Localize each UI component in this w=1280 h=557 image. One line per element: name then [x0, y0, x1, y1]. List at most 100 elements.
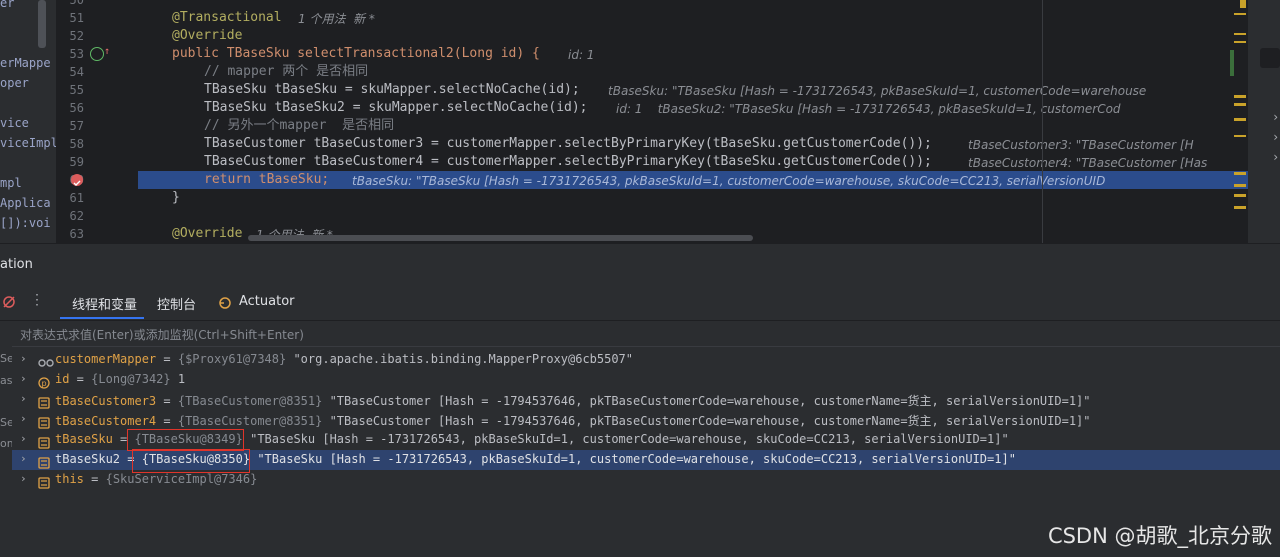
code-line[interactable]: @Transactional	[172, 9, 282, 27]
warning-mark[interactable]	[1234, 103, 1246, 106]
line-number[interactable]: 58	[56, 135, 84, 153]
variable-text: tBaseCustomer3 = {TBaseCustomer@8351} "T…	[55, 392, 1091, 409]
warning-mark[interactable]	[1234, 33, 1246, 35]
code-line[interactable]: }	[172, 189, 180, 207]
code-line[interactable]: @Override	[172, 225, 242, 243]
right-margin-guide	[1042, 0, 1043, 243]
warning-mark[interactable]	[1234, 184, 1246, 187]
project-item[interactable]: mpl	[0, 176, 22, 190]
code-line[interactable]: TBaseCustomer tBaseCustomer3 = customerM…	[204, 135, 932, 153]
project-item[interactable]: []):voi	[0, 216, 51, 230]
code-text: }	[172, 190, 180, 205]
frame-label[interactable]: as	[0, 374, 12, 387]
code-editor[interactable]: @Transactional 1 个用法 新 * @Override public T…	[138, 0, 1248, 243]
variable-row[interactable]: › customerMapper = {$Proxy61@7348} "org.a…	[12, 350, 1280, 370]
debug-tool-window-title[interactable]: ation	[0, 257, 33, 272]
expand-arrow-icon[interactable]: ›	[20, 372, 27, 385]
equals-sign: =	[156, 414, 178, 428]
variable-row[interactable]: › tBaseCustomer4 = {TBaseCustomer@8351} "…	[12, 410, 1280, 430]
code-line[interactable]: public TBaseSku selectTransactional2(Lon…	[172, 45, 540, 63]
line-number[interactable]: 51	[56, 9, 84, 27]
warning-mark[interactable]	[1234, 172, 1246, 175]
code-line[interactable]: @Override	[172, 27, 242, 45]
project-item[interactable]: Applica	[0, 196, 51, 210]
chevron-right-icon[interactable]: ›	[1272, 150, 1279, 164]
line-number[interactable]: 61	[56, 189, 84, 207]
variable-row[interactable]: › tBaseCustomer3 = {TBaseCustomer@8351} "…	[12, 390, 1280, 410]
project-scrollbar[interactable]	[38, 0, 46, 48]
minimap-thumb[interactable]	[1260, 48, 1280, 68]
parameter-icon: p	[38, 374, 50, 389]
code-line[interactable]: // 另外一个mapper 是否相同	[204, 117, 394, 135]
code-line[interactable]: TBaseSku tBaseSku2 = skuMapper.selectNoC…	[204, 99, 588, 117]
variable-ref: {TBaseCustomer@8351}	[177, 394, 323, 408]
expand-arrow-icon[interactable]: ›	[20, 412, 27, 425]
code-text: // 另外一个mapper 是否相同	[204, 118, 395, 133]
implements-icon[interactable]	[90, 47, 104, 61]
expand-arrow-icon[interactable]: ›	[20, 472, 27, 485]
warning-mark[interactable]	[1234, 194, 1246, 197]
line-number[interactable]: 63	[56, 225, 84, 243]
mute-breakpoints-icon[interactable]	[2, 294, 16, 308]
warning-mark[interactable]	[1234, 41, 1246, 43]
variable-text: customerMapper = {$Proxy61@7348} "org.ap…	[55, 352, 633, 366]
warning-mark[interactable]	[1234, 118, 1246, 121]
project-item[interactable]: viceImpl	[0, 136, 56, 150]
variable-name: tBaseSku	[55, 432, 113, 446]
variable-name: this	[55, 472, 84, 486]
project-item[interactable]: erMappe	[0, 56, 51, 70]
more-options-icon[interactable]: ⋮	[30, 292, 44, 308]
code-text: @Transactional	[172, 10, 282, 25]
expand-arrow-icon[interactable]: ›	[20, 352, 27, 365]
warning-mark[interactable]	[1234, 135, 1246, 137]
line-number[interactable]: 54	[56, 63, 84, 81]
variable-value: 1	[177, 372, 186, 386]
field-icon	[38, 434, 50, 449]
line-number[interactable]: 53	[56, 45, 84, 63]
line-number[interactable]: 50	[56, 0, 84, 9]
variable-row[interactable]: › p id = {Long@7342} 1	[12, 370, 1280, 390]
warning-mark[interactable]	[1240, 0, 1246, 8]
code-line[interactable]: TBaseSku tBaseSku = skuMapper.selectNoCa…	[204, 81, 580, 99]
tab-console[interactable]: 控制台	[157, 294, 196, 313]
tab-actuator[interactable]: Actuator	[239, 294, 295, 309]
field-icon	[38, 454, 50, 469]
change-mark	[1230, 50, 1234, 76]
code-text: TBaseSku tBaseSku2 = skuMapper.selectNoC…	[204, 100, 588, 115]
tab-threads-variables[interactable]: 线程和变量	[72, 294, 137, 313]
line-number[interactable]: 56	[56, 99, 84, 117]
breakpoint-icon[interactable]	[71, 174, 83, 186]
expand-arrow-icon[interactable]: ›	[20, 452, 27, 465]
project-item[interactable]: er	[0, 0, 14, 10]
project-item[interactable]: oper	[0, 76, 29, 90]
field-icon	[38, 394, 50, 409]
code-text: @Override	[172, 28, 243, 43]
chevron-right-icon[interactable]: ›	[1272, 130, 1279, 144]
line-number[interactable]: 62	[56, 207, 84, 225]
warning-mark[interactable]	[1234, 95, 1246, 98]
code-line[interactable]: TBaseCustomer tBaseCustomer4 = customerM…	[204, 153, 932, 171]
line-number[interactable]: 57	[56, 117, 84, 135]
inline-debug-hint: id: 1 tBaseSku2: "TBaseSku [Hash = -1731…	[616, 102, 1121, 116]
variable-value: "TBaseCustomer [Hash = -1794537646, pkTB…	[329, 414, 1091, 428]
code-line[interactable]: // mapper 两个 是否相同	[204, 63, 368, 81]
expand-arrow-icon[interactable]: ›	[20, 392, 27, 405]
variable-name: tBaseCustomer4	[55, 414, 157, 428]
expression-input[interactable]: 对表达式求值(Enter)或添加监视(Ctrl+Shift+Enter)	[20, 326, 304, 343]
expand-arrow-icon[interactable]: ›	[20, 432, 27, 445]
horizontal-scrollbar[interactable]	[248, 235, 753, 241]
annotation-box	[132, 449, 250, 473]
line-number[interactable]: 55	[56, 81, 84, 99]
warning-mark[interactable]	[1234, 13, 1246, 15]
override-arrow-icon[interactable]: ↑	[104, 46, 110, 57]
inline-debug-hint: id: 1	[568, 48, 595, 62]
line-number[interactable]: 52	[56, 27, 84, 45]
warning-mark[interactable]	[1234, 206, 1246, 209]
chevron-right-icon[interactable]: ›	[1272, 110, 1279, 124]
code-line[interactable]: return tBaseSku;	[204, 171, 329, 189]
variable-row[interactable]: › this = {SkuServiceImpl@7346}	[12, 470, 1280, 490]
code-text: public TBaseSku selectTransactional2(Lon…	[172, 46, 540, 61]
line-number[interactable]: 59	[56, 153, 84, 171]
project-item[interactable]: vice	[0, 116, 29, 130]
